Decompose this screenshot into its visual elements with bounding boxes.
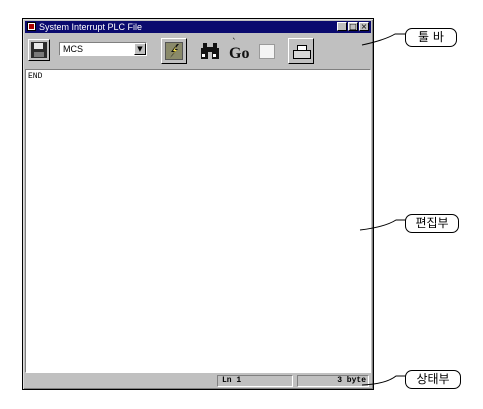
callout-lines [359,33,407,386]
callout-statusbar: 상태부 [405,370,461,389]
callout-toolbar: 툴 바 [405,28,457,47]
callout-editor: 편집부 [405,214,459,233]
